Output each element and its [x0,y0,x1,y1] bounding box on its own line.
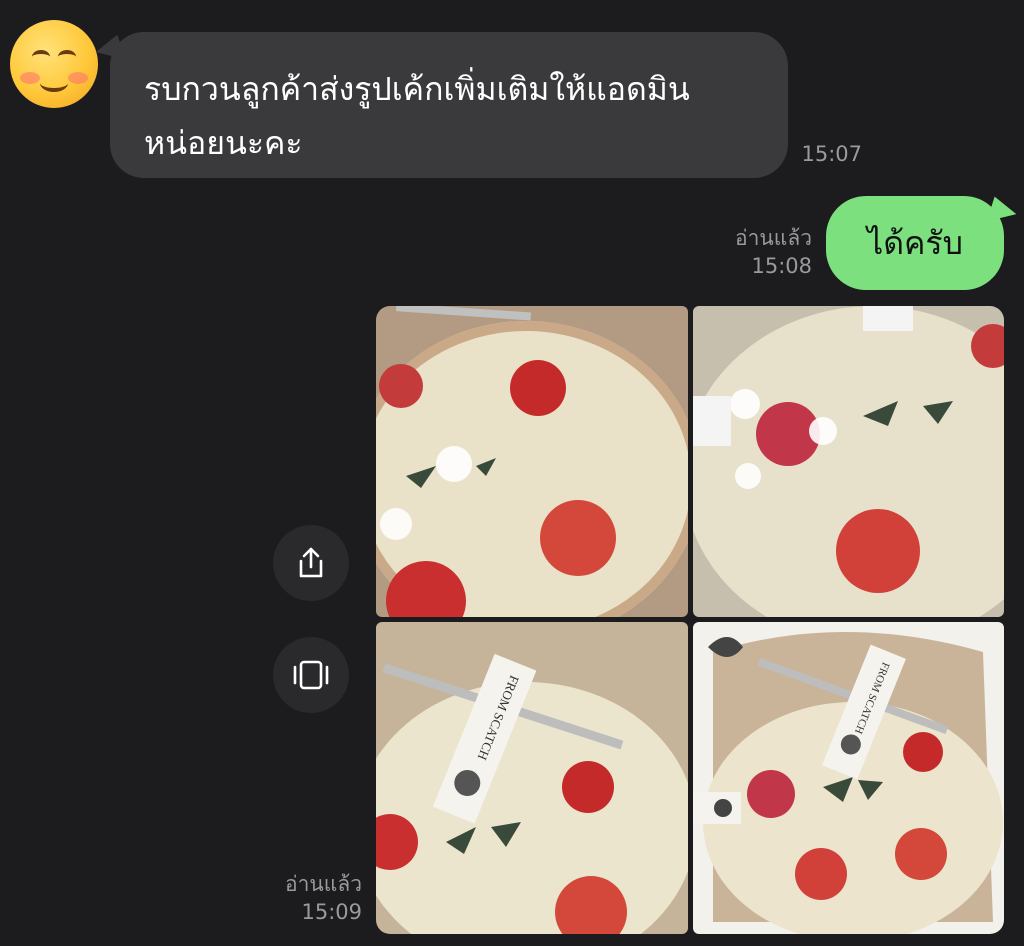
incoming-message-line-2: หน่อยนะคะ [144,124,303,162]
share-button[interactable] [273,525,349,601]
incoming-message-bubble[interactable]: รบกวนลูกค้าส่งรูปเค้กเพิ่มเติมให้แอดมิน … [110,32,788,178]
outgoing-message-time: 15:08 [751,254,812,278]
read-receipt-label: อ่านแล้ว [735,226,812,250]
cake-photo-4[interactable]: FROM SCATCH [693,622,1004,934]
cake-photo-3[interactable]: FROM SCATCH [376,622,688,934]
incoming-message-time: 15:07 [801,142,862,166]
outgoing-message-bubble[interactable]: ได้ครับ [826,196,1004,290]
photos-read-receipt: อ่านแล้ว [285,872,362,896]
cake-photo-2[interactable] [693,306,1004,617]
slideshow-icon [293,660,329,690]
outgoing-message-text: ได้ครับ [867,224,963,262]
incoming-message-line-1: รบกวนลูกค้าส่งรูปเค้กเพิ่มเติมให้แอดมิน [144,70,690,108]
slideshow-button[interactable] [273,637,349,713]
cake-photo-1[interactable] [376,306,688,617]
photos-time: 15:09 [301,900,362,924]
share-icon [299,547,323,578]
sender-avatar[interactable] [10,20,98,108]
